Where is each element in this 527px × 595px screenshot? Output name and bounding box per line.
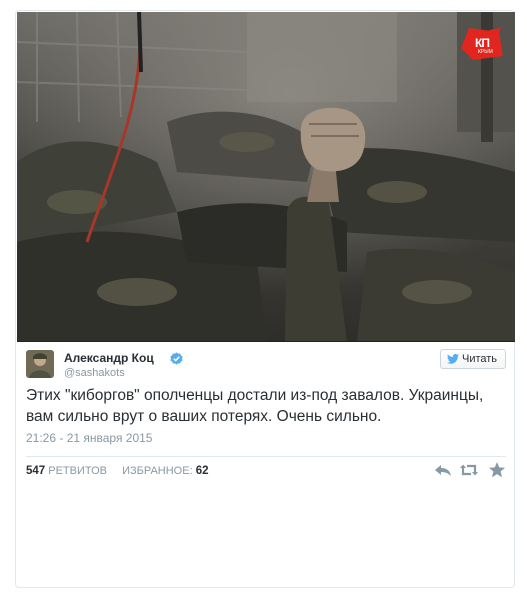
tweet-photo[interactable]: КП КРЫМ [17,12,515,342]
verified-icon [170,352,183,365]
tweet-text: Этих "киборгов" ополченцы достали из-под… [26,387,484,425]
kp-logo-text: КП [475,36,490,50]
author-name[interactable]: Александр Коц [64,351,154,365]
favorites-count[interactable]: 62 [196,465,209,477]
avatar[interactable] [26,350,54,378]
kp-logo-subtext: КРЫМ [478,49,493,55]
author-handle[interactable]: @sashakots [64,367,125,379]
tweet-timestamp[interactable]: 21:26 - 21 января 2015 [26,431,152,445]
favorite-icon[interactable] [488,461,506,479]
follow-button[interactable]: Читать [440,349,506,369]
twitter-bird-icon [447,354,459,364]
tweet-actions [434,461,508,479]
divider [26,456,506,457]
tweet-card: КП КРЫМ Александр Коц @sashakots Читать … [15,10,515,588]
retweets-count[interactable]: 547 [26,465,45,477]
follow-button-label: Читать [462,353,498,365]
reply-icon[interactable] [434,461,452,479]
favorites-label[interactable]: ИЗБРАННОЕ: [122,465,193,477]
retweet-icon[interactable] [460,461,478,479]
photo-scene [17,12,515,342]
retweets-label[interactable]: РЕТВИТОВ [48,465,107,477]
tweet-stats: 547 РЕТВИТОВ ИЗБРАННОЕ: 62 [26,465,208,477]
